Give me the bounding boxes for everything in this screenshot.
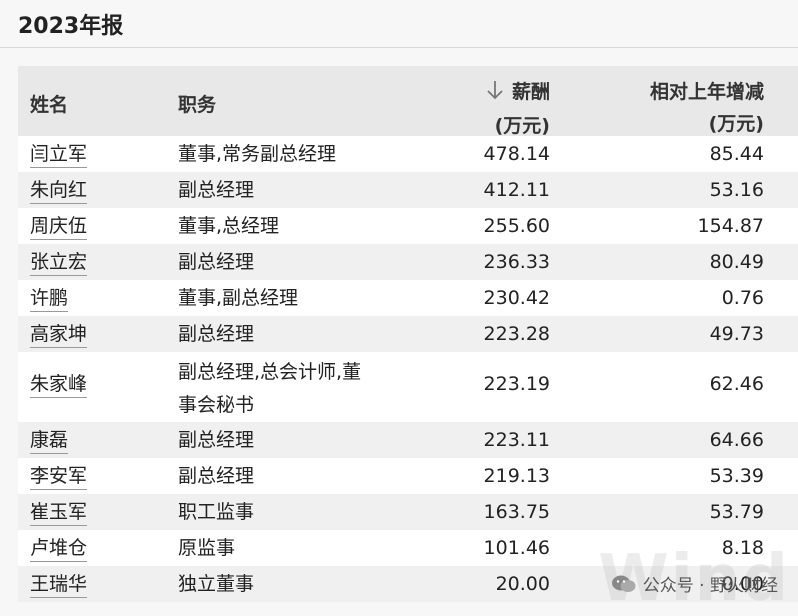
row-change: 53.39 bbox=[709, 465, 764, 487]
page-title: 2023年报 bbox=[18, 13, 124, 39]
header-role[interactable]: 职务 bbox=[178, 90, 216, 117]
header-salary-label: 薪酬 bbox=[511, 81, 550, 103]
row-change: 64.66 bbox=[709, 429, 764, 451]
row-name-link[interactable]: 崔玉军 bbox=[30, 500, 88, 526]
row-change: 49.73 bbox=[709, 323, 764, 345]
row-role: 董事,总经理 bbox=[178, 215, 280, 237]
sort-down-arrow-icon[interactable] bbox=[486, 78, 504, 110]
table-row: 张立宏 副总经理 236.33 80.49 bbox=[18, 244, 798, 280]
row-role: 副总经理,总会计师,董 事会秘书 bbox=[178, 356, 393, 422]
row-name-link[interactable]: 朱家峰 bbox=[30, 372, 88, 398]
row-salary: 223.11 bbox=[483, 429, 550, 451]
row-salary: 230.42 bbox=[483, 287, 550, 309]
row-role: 董事,常务副总经理 bbox=[178, 143, 337, 165]
row-role: 副总经理 bbox=[178, 251, 255, 273]
row-role: 副总经理 bbox=[178, 179, 255, 201]
row-role: 副总经理 bbox=[178, 323, 255, 345]
table-row: 康磊 副总经理 223.11 64.66 bbox=[18, 422, 798, 458]
row-salary: 255.60 bbox=[483, 215, 550, 237]
wechat-icon bbox=[611, 574, 637, 594]
row-name-link[interactable]: 卢堆仓 bbox=[30, 536, 88, 562]
title-bar: 2023年报 bbox=[0, 0, 798, 48]
row-change: 53.16 bbox=[709, 179, 764, 201]
row-role: 副总经理 bbox=[178, 465, 255, 487]
row-change: 154.87 bbox=[697, 215, 764, 237]
watermark-text: 公众号 · 野火财经 bbox=[642, 576, 778, 596]
row-role: 职工监事 bbox=[178, 501, 255, 523]
row-salary: 101.46 bbox=[483, 537, 550, 559]
header-change[interactable]: 相对上年增减 (万元) bbox=[650, 76, 764, 140]
row-name-link[interactable]: 李安军 bbox=[30, 464, 88, 490]
row-salary: 163.75 bbox=[483, 501, 550, 523]
table-row: 朱家峰 副总经理,总会计师,董 事会秘书 223.19 62.46 bbox=[18, 352, 798, 422]
row-salary: 236.33 bbox=[483, 251, 550, 273]
row-name-link[interactable]: 王瑞华 bbox=[30, 572, 88, 598]
header-change-label: 相对上年增减 bbox=[649, 81, 764, 103]
table-row: 闫立军 董事,常务副总经理 478.14 85.44 bbox=[18, 136, 798, 172]
salary-table: 姓名 职务 薪酬 (万元) 相对上年增减 (万元) 闫立军 董事,常务副总经理 … bbox=[18, 66, 798, 602]
row-role: 副总经理 bbox=[178, 429, 255, 451]
row-name-link[interactable]: 康磊 bbox=[30, 428, 69, 454]
row-name-link[interactable]: 周庆伍 bbox=[30, 214, 88, 240]
wechat-watermark: 公众号 · 野火财经 bbox=[611, 571, 778, 596]
row-change: 0.76 bbox=[721, 287, 764, 309]
row-name-link[interactable]: 高家坤 bbox=[30, 322, 88, 348]
header-salary[interactable]: 薪酬 (万元) bbox=[486, 76, 550, 142]
row-salary: 219.13 bbox=[483, 465, 550, 487]
row-salary: 20.00 bbox=[495, 573, 550, 595]
row-change: 53.79 bbox=[709, 501, 764, 523]
row-salary: 223.19 bbox=[483, 373, 550, 395]
row-name-link[interactable]: 闫立军 bbox=[30, 142, 88, 168]
row-change: 62.46 bbox=[709, 373, 764, 395]
table-row: 周庆伍 董事,总经理 255.60 154.87 bbox=[18, 208, 798, 244]
row-name-link[interactable]: 许鹏 bbox=[30, 286, 69, 312]
table-row: 李安军 副总经理 219.13 53.39 bbox=[18, 458, 798, 494]
table-row: 崔玉军 职工监事 163.75 53.79 bbox=[18, 494, 798, 530]
header-name[interactable]: 姓名 bbox=[30, 90, 68, 117]
row-salary: 412.11 bbox=[483, 179, 550, 201]
row-role: 原监事 bbox=[178, 537, 236, 559]
row-change: 80.49 bbox=[709, 251, 764, 273]
row-name-link[interactable]: 张立宏 bbox=[30, 250, 88, 276]
table-row: 许鹏 董事,副总经理 230.42 0.76 bbox=[18, 280, 798, 316]
row-name-link[interactable]: 朱向红 bbox=[30, 178, 88, 204]
row-role-line1: 副总经理,总会计师,董 bbox=[178, 361, 362, 383]
table-row: 朱向红 副总经理 412.11 53.16 bbox=[18, 172, 798, 208]
row-role: 独立董事 bbox=[178, 573, 255, 595]
table-header: 姓名 职务 薪酬 (万元) 相对上年增减 (万元) bbox=[18, 66, 798, 137]
row-role: 董事,副总经理 bbox=[178, 287, 299, 309]
row-change: 85.44 bbox=[709, 143, 764, 165]
table-row: 高家坤 副总经理 223.28 49.73 bbox=[18, 316, 798, 352]
row-role-line2: 事会秘书 bbox=[178, 394, 255, 416]
row-salary: 223.28 bbox=[483, 323, 550, 345]
row-salary: 478.14 bbox=[483, 143, 550, 165]
